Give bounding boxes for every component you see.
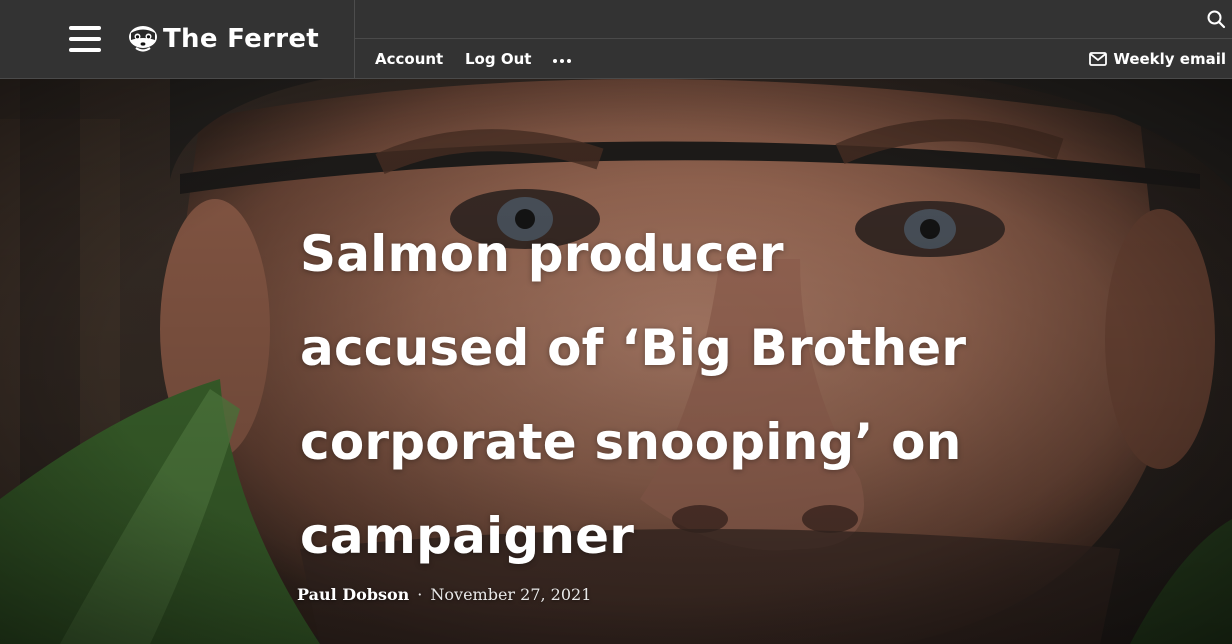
weekly-email-label: Weekly email xyxy=(1113,50,1226,68)
hamburger-menu-icon[interactable] xyxy=(69,26,101,52)
site-logo[interactable]: The Ferret xyxy=(127,22,319,56)
brand-block: The Ferret xyxy=(0,0,355,78)
article-hero: Salmon producer accused of ‘Big Brother … xyxy=(0,79,1232,644)
ferret-logo-icon xyxy=(129,26,157,52)
byline-separator: · xyxy=(417,585,423,604)
header-utility-row xyxy=(355,0,1232,39)
account-link[interactable]: Account xyxy=(375,50,443,68)
article-byline: Paul Dobson · November 27, 2021 xyxy=(297,585,591,604)
publish-date: November 27, 2021 xyxy=(430,585,592,604)
site-name: The Ferret xyxy=(163,24,319,54)
weekly-email-link[interactable]: Weekly email xyxy=(1089,50,1226,68)
header-right: Account Log Out Weekly email xyxy=(355,0,1232,78)
more-dots-icon[interactable] xyxy=(553,58,573,64)
search-icon[interactable] xyxy=(1206,9,1226,29)
site-header: The Ferret Account Log Out Weekly email xyxy=(0,0,1232,79)
logout-link[interactable]: Log Out xyxy=(465,50,531,68)
account-nav: Account Log Out Weekly email xyxy=(355,39,1232,78)
page: The Ferret Account Log Out Weekly email … xyxy=(0,0,1232,644)
mail-icon xyxy=(1089,52,1108,66)
author-link[interactable]: Paul Dobson xyxy=(297,585,409,604)
article-headline: Salmon producer accused of ‘Big Brother … xyxy=(300,225,967,565)
